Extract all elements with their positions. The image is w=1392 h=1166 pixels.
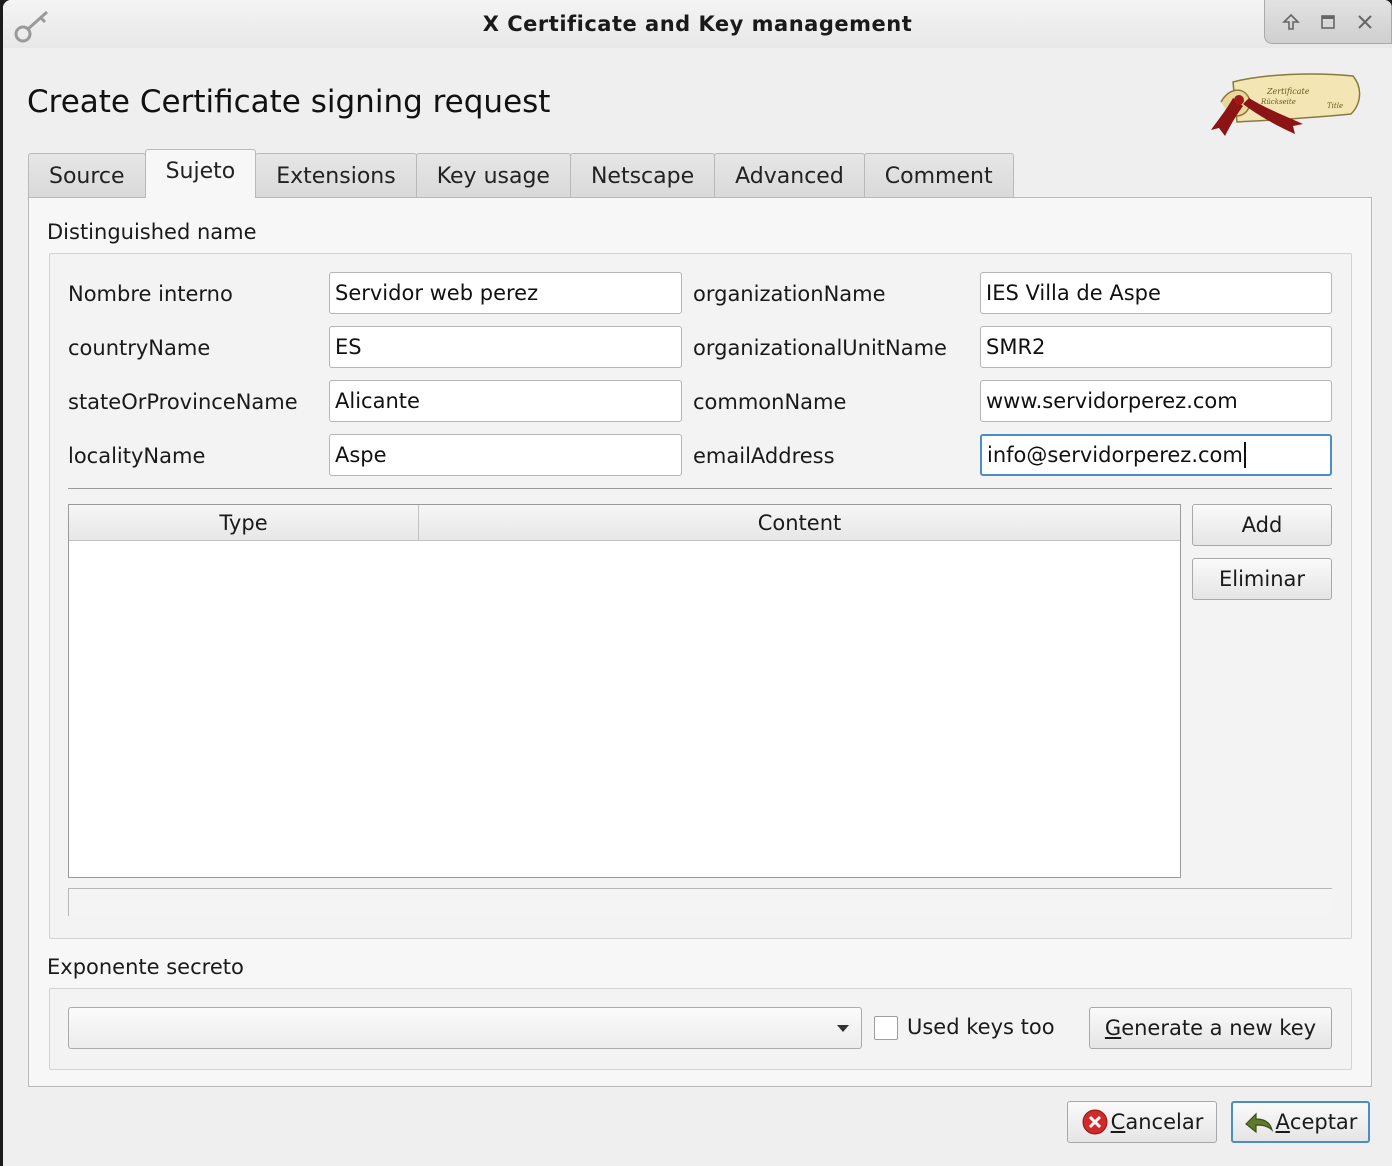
arrow-up-icon (1282, 13, 1301, 30)
cancel-mnemonic: C (1110, 1110, 1126, 1134)
tab-netscape[interactable]: Netscape (569, 153, 716, 198)
accept-mnemonic: A (1275, 1110, 1290, 1134)
svg-text:Rückseite: Rückseite (1260, 98, 1296, 106)
chevron-down-icon (837, 1025, 849, 1032)
private-key-select[interactable] (68, 1007, 862, 1049)
internal-name-label: Nombre interno (68, 282, 233, 306)
org-unit-name-label: organizationalUnitName (693, 336, 947, 360)
accept-label: ceptar (1289, 1110, 1358, 1134)
tab-bar: Source Sujeto Extensions Key usage Netsc… (28, 149, 1014, 198)
extra-entries-table[interactable]: Type Content (68, 504, 1181, 878)
tab-comment[interactable]: Comment (863, 153, 1014, 198)
main-window: X Certificate and Key management Create … (3, 0, 1392, 1166)
generate-mnemonic: G (1104, 1016, 1122, 1040)
generate-label: enerate a new key (1121, 1016, 1317, 1040)
svg-text:Zertificate: Zertificate (1266, 87, 1310, 96)
cancel-button[interactable]: Cancelar (1067, 1101, 1217, 1143)
certificate-scroll-logo: Zertificate Rückseite Title (1211, 73, 1361, 136)
tab-extensions[interactable]: Extensions (255, 153, 417, 198)
tab-key-usage[interactable]: Key usage (415, 153, 571, 198)
common-name-field[interactable] (980, 380, 1332, 422)
cancel-icon (1082, 1109, 1108, 1135)
email-address-field[interactable]: info@servidorperez.com (980, 434, 1332, 476)
country-name-field[interactable] (329, 326, 682, 368)
shade-button[interactable] (1278, 9, 1304, 35)
close-icon (1357, 14, 1372, 29)
text-caret (1243, 442, 1246, 468)
organization-name-field[interactable] (980, 272, 1332, 314)
window-controls (1264, 0, 1392, 44)
tab-source[interactable]: Source (28, 153, 146, 198)
country-name-label: countryName (68, 336, 211, 360)
maximize-button[interactable] (1315, 9, 1341, 35)
tab-advanced[interactable]: Advanced (714, 153, 865, 198)
common-name-label: commonName (693, 390, 847, 414)
page-title: Create Certificate signing request (27, 84, 551, 120)
tab-panel-sujeto: Distinguished name Nombre interno countr… (28, 197, 1372, 1087)
private-key-title: Exponente secreto (47, 955, 244, 979)
state-name-label: stateOrProvinceName (68, 390, 298, 414)
private-key-group: Used keys too Generate a new key (49, 988, 1352, 1070)
state-name-field[interactable] (329, 380, 682, 422)
maximize-icon (1321, 14, 1335, 29)
org-unit-name-field[interactable] (980, 326, 1332, 368)
table-header: Type Content (69, 505, 1180, 541)
svg-text:Title: Title (1327, 102, 1343, 110)
distinguished-name-group: Nombre interno countryName stateOrProvin… (49, 253, 1352, 939)
locality-name-field[interactable] (329, 434, 682, 476)
used-keys-checkbox[interactable] (874, 1016, 898, 1040)
used-keys-label[interactable]: Used keys too (907, 1015, 1055, 1039)
accept-button[interactable]: Aceptar (1231, 1101, 1370, 1143)
title-bar[interactable]: X Certificate and Key management (3, 0, 1392, 48)
accept-arrow-icon (1244, 1112, 1273, 1134)
email-address-label: emailAddress (693, 444, 835, 468)
column-header-content[interactable]: Content (419, 505, 1180, 540)
locality-name-label: localityName (68, 444, 206, 468)
email-address-value: info@servidorperez.com (987, 443, 1243, 467)
fields-separator (68, 488, 1332, 489)
column-header-type[interactable]: Type (69, 505, 419, 540)
window-title: X Certificate and Key management (482, 12, 913, 36)
horizontal-scrollbar[interactable] (68, 888, 1332, 916)
distinguished-name-title: Distinguished name (47, 220, 257, 244)
add-button[interactable]: Add (1192, 504, 1332, 546)
close-button[interactable] (1352, 9, 1378, 35)
cancel-label: ancelar (1125, 1110, 1204, 1134)
tab-sujeto[interactable]: Sujeto (144, 149, 257, 198)
organization-name-label: organizationName (693, 282, 886, 306)
internal-name-field[interactable] (329, 272, 682, 314)
generate-key-button[interactable]: Generate a new key (1089, 1007, 1332, 1049)
remove-button[interactable]: Eliminar (1192, 558, 1332, 600)
